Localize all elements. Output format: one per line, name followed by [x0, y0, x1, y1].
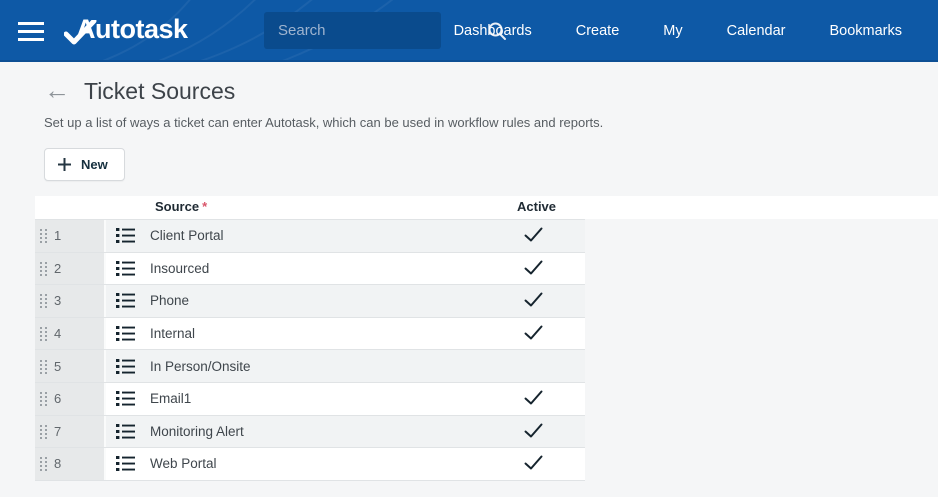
drag-handle-icon[interactable] [39, 293, 51, 309]
row-number-cell: 2 [35, 252, 106, 285]
table-row[interactable]: 5 In Person/Onsite [35, 350, 585, 383]
row-content-cell: Internal [106, 317, 585, 350]
row-number: 1 [54, 228, 62, 244]
autotask-logo: Autotask [62, 14, 188, 45]
search-box [264, 12, 506, 49]
active-check-icon [524, 455, 544, 470]
active-check-icon [524, 325, 544, 340]
nav-item-dashboards[interactable]: Dashboards [454, 23, 532, 39]
row-number-cell: 3 [35, 285, 106, 317]
row-number: 4 [54, 326, 62, 342]
row-content-cell: In Person/Onsite [106, 350, 585, 382]
row-content-cell: Insourced [106, 252, 585, 285]
column-header-source: Source * [155, 199, 208, 214]
drag-handle-icon[interactable] [39, 228, 51, 244]
drag-handle-icon[interactable] [39, 261, 51, 276]
source-name: Client Portal [150, 228, 224, 244]
nav-item-create[interactable]: Create [576, 23, 620, 39]
row-menu-list-icon[interactable] [116, 423, 135, 440]
page-subtitle: Set up a list of ways a ticket can enter… [44, 115, 604, 130]
drag-handle-icon[interactable] [39, 424, 51, 439]
row-content-cell: Monitoring Alert [106, 415, 585, 448]
new-button[interactable]: New [44, 148, 125, 181]
row-menu-list-icon[interactable] [116, 455, 135, 472]
active-check-icon [524, 390, 544, 405]
active-check-icon [524, 292, 544, 307]
required-asterisk: * [202, 199, 208, 214]
row-content-cell: Web Portal [106, 448, 585, 480]
menu-icon[interactable] [18, 22, 44, 41]
source-name: Web Portal [150, 456, 217, 472]
column-header-active: Active [517, 199, 557, 214]
page-header: ← Ticket Sources Set up a list of ways a… [0, 62, 938, 131]
source-name: Internal [150, 326, 196, 342]
row-number: 6 [54, 391, 62, 407]
nav-item-calendar[interactable]: Calendar [727, 23, 786, 39]
drag-handle-icon[interactable] [39, 456, 51, 472]
row-number-cell: 1 [35, 220, 106, 252]
row-content-cell: Phone [106, 285, 585, 317]
drag-handle-icon[interactable] [39, 359, 51, 374]
row-menu-list-icon[interactable] [116, 325, 135, 342]
back-arrow-icon[interactable]: ← [44, 77, 70, 103]
table-row[interactable]: 2 Insourced [35, 252, 585, 286]
row-number-cell: 5 [35, 350, 106, 382]
source-name: Email1 [150, 391, 192, 407]
source-name: Insourced [150, 260, 210, 276]
row-content-cell: Client Portal [106, 220, 585, 252]
active-check-icon [524, 260, 544, 275]
drag-handle-icon[interactable] [39, 326, 51, 342]
row-menu-list-icon[interactable] [116, 358, 135, 375]
row-content-cell: Email1 [106, 382, 585, 415]
active-check-icon [524, 423, 544, 438]
logo-check-swoosh [64, 19, 97, 44]
nav-links: Dashboards Create My Calendar Bookmarks [454, 0, 938, 60]
table-row[interactable]: 8 Web Portal [35, 448, 585, 481]
row-number-cell: 7 [35, 415, 106, 448]
top-navbar: Autotask Dashboards Create My Calendar B… [0, 0, 938, 62]
table-row[interactable]: 3 Phone [35, 285, 585, 318]
table-row[interactable]: 1 Client Portal [35, 220, 585, 253]
row-number: 2 [54, 260, 62, 276]
nav-item-bookmarks[interactable]: Bookmarks [829, 23, 902, 39]
source-name: Phone [150, 293, 190, 309]
ticket-sources-table: Source * Active 1 Client Portal 2 Insour… [35, 196, 938, 481]
row-number-cell: 4 [35, 317, 106, 350]
table-header: Source * Active [35, 196, 938, 219]
row-number-cell: 6 [35, 382, 106, 415]
page-title: Ticket Sources [84, 78, 236, 104]
new-button-label: New [81, 157, 108, 172]
drag-handle-icon[interactable] [39, 391, 51, 407]
source-name: Monitoring Alert [150, 423, 244, 439]
row-number-cell: 8 [35, 448, 106, 480]
table-row[interactable]: 7 Monitoring Alert [35, 415, 585, 449]
row-menu-list-icon[interactable] [116, 227, 135, 244]
table-body: 1 Client Portal 2 Insourced 3 Phone 4 In… [35, 219, 585, 481]
row-number: 7 [54, 423, 62, 439]
row-number: 3 [54, 293, 62, 309]
source-name: In Person/Onsite [150, 358, 251, 374]
table-row[interactable]: 4 Internal [35, 317, 585, 351]
table-row[interactable]: 6 Email1 [35, 382, 585, 416]
row-menu-list-icon[interactable] [116, 260, 135, 277]
active-check-icon [524, 227, 544, 242]
row-number: 5 [54, 358, 62, 374]
row-number: 8 [54, 456, 62, 472]
plus-icon [58, 158, 71, 171]
row-menu-list-icon[interactable] [116, 390, 135, 407]
row-menu-list-icon[interactable] [116, 292, 135, 309]
nav-item-my[interactable]: My [663, 23, 682, 39]
